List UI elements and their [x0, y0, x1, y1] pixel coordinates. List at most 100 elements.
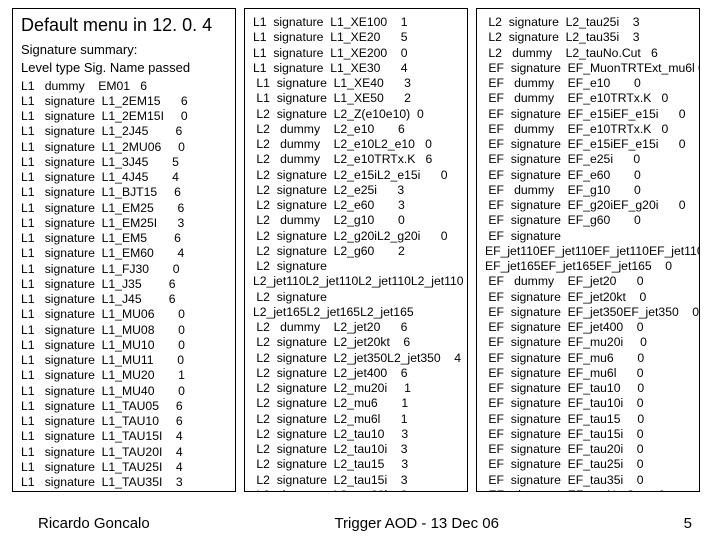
signature-line: L1 signature L1_3J45 5 — [21, 155, 229, 170]
signature-line: EF signature EF_jet400 0 — [485, 320, 693, 335]
header-line: Level type Sig. Name passed — [21, 60, 229, 76]
signature-line: L2 signature L2_e25i 3 — [253, 183, 461, 198]
signature-line: EF signature EF_e60 0 — [485, 168, 693, 183]
signature-line: EF dummy EF_g10 0 — [485, 183, 693, 198]
signature-line: L1 signature L1_TAU20I 4 — [21, 445, 229, 460]
footer-author: Ricardo Goncalo — [38, 515, 150, 532]
signature-line: EF signature EF_mu6 0 — [485, 351, 693, 366]
columns: Default menu in 12. 0. 4 Signature summa… — [12, 8, 708, 492]
signature-line: L2 dummy L2_e10TRTx.K 6 — [253, 152, 461, 167]
signature-line: EF signature EF_g60 0 — [485, 213, 693, 228]
signature-line: L2_jet165L2_jet165L2_jet165 — [253, 305, 461, 320]
signature-line: EF signature EF_mu20i 0 — [485, 335, 693, 350]
summary-label: Signature summary: — [21, 42, 229, 58]
signature-line: L1 signature L1_EM25I 3 — [21, 216, 229, 231]
signature-line: EF signature EF_g20iEF_g20i 0 — [485, 198, 693, 213]
signature-line: L1 signature L1_TAU05 6 — [21, 399, 229, 414]
signature-line: L1 dummy EM01 6 — [21, 79, 229, 94]
footer-page: 5 — [684, 515, 692, 532]
signature-line: L1 signature L1_MU20 1 — [21, 368, 229, 383]
signature-line: L1 signature L1_XE20 5 — [253, 30, 461, 45]
signature-line: L2 dummy L2_tauNo.Cut 6 — [485, 46, 693, 61]
signature-line: L2 signature L2_g20iL2_g20i 0 — [253, 229, 461, 244]
column-1: Default menu in 12. 0. 4 Signature summa… — [12, 8, 236, 492]
signature-line: L1 signature L1_XE50 2 — [253, 91, 461, 106]
col3-lines: L2 signature L2_tau25i 3 L2 signature L2… — [485, 15, 693, 492]
signature-line: EF signature EF_tau10i 0 — [485, 396, 693, 411]
signature-line: L2 signature L2_tau35i 3 — [485, 30, 693, 45]
signature-line: L2 signature L2_tau15 3 — [253, 457, 461, 472]
signature-line: EF signature EF_mu6l 0 — [485, 366, 693, 381]
signature-line: L1 signature L1_EM5 6 — [21, 231, 229, 246]
signature-line: EF signature EF_tau15i 0 — [485, 427, 693, 442]
signature-line: EF signature EF_e15iEF_e15i 0 — [485, 137, 693, 152]
footer-title: Trigger AOD - 13 Dec 06 — [334, 515, 499, 532]
signature-line: L1 signature L1_J45 6 — [21, 292, 229, 307]
col2-lines: L1 signature L1_XE100 1L1 signature L1_X… — [253, 15, 461, 492]
signature-line: EF signature EF_jet20kt 0 — [485, 290, 693, 305]
column-3: L2 signature L2_tau25i 3 L2 signature L2… — [476, 8, 700, 492]
signature-line: EF signature EF_MuonTRTExt_mu6l 0 — [485, 61, 693, 76]
signature-line: L2 signature L2_mu6 1 — [253, 396, 461, 411]
signature-line: L1 signature L1_2EM15 6 — [21, 94, 229, 109]
signature-line: L1 signature L1_TAU10 6 — [21, 414, 229, 429]
signature-line: L1 signature L1_EM60 4 — [21, 246, 229, 261]
signature-line: EF signature — [485, 229, 693, 244]
signature-line: L1 signature L1_MU08 0 — [21, 323, 229, 338]
signature-line: L1 signature L1_2MU06 0 — [21, 140, 229, 155]
signature-line: EF dummy EF_e10TRTx.K 0 — [485, 91, 693, 106]
slide: Default menu in 12. 0. 4 Signature summa… — [0, 0, 720, 540]
signature-line: L2 signature L2_tau10 3 — [253, 427, 461, 442]
signature-line: EF signature EF_tau15 0 — [485, 412, 693, 427]
signature-line: L1 signature L1_XE200 0 — [253, 46, 461, 61]
signature-line: EF signature EF_tau35i 0 — [485, 473, 693, 488]
signature-line: L2 dummy L2_e10 6 — [253, 122, 461, 137]
signature-line: L2 signature L2_e15iL2_e15i 0 — [253, 168, 461, 183]
signature-line: L1 signature L1_XE30 4 — [253, 61, 461, 76]
signature-line: EF signature EF_tau20i 0 — [485, 442, 693, 457]
signature-line: L1 signature L1_TAU25I 4 — [21, 460, 229, 475]
signature-line: EF signature EF_e25i 0 — [485, 152, 693, 167]
signature-line: L2 dummy L2_g10 0 — [253, 213, 461, 228]
signature-line: L2 signature L2_g60 2 — [253, 244, 461, 259]
signature-line: L2 signature L2_tau10i 3 — [253, 442, 461, 457]
signature-line: L1 signature L1_MU11 0 — [21, 353, 229, 368]
signature-line: EF dummy EF_tauNo.Cut 0 — [485, 488, 693, 492]
signature-line: L2 dummy L2_jet20 6 — [253, 320, 461, 335]
signature-line: EF dummy EF_e10TRTx.K 0 — [485, 122, 693, 137]
signature-line: L1 signature L1_4J45 4 — [21, 170, 229, 185]
signature-line: L2 signature L2_jet20kt 6 — [253, 335, 461, 350]
footer: Ricardo Goncalo Trigger AOD - 13 Dec 06 … — [0, 515, 720, 532]
signature-line: L1 signature L1_MU06 0 — [21, 307, 229, 322]
signature-line: EF signature EF_jet350EF_jet350 0 — [485, 305, 693, 320]
signature-line: L1 signature L1_J35 6 — [21, 277, 229, 292]
signature-line: L2 signature L2_Z(e10e10) 0 — [253, 107, 461, 122]
col1-lines: L1 dummy EM01 6L1 signature L1_2EM15 6L1… — [21, 79, 229, 491]
column-2: L1 signature L1_XE100 1L1 signature L1_X… — [244, 8, 468, 492]
signature-line: L1 signature L1_BJT15 6 — [21, 185, 229, 200]
signature-line: L2 signature L2_tau15i 3 — [253, 473, 461, 488]
signature-line: L2 signature L2_e60 3 — [253, 198, 461, 213]
signature-line: L2 signature L2_jet350L2_jet350 4 — [253, 351, 461, 366]
signature-line: EF dummy EF_jet20 0 — [485, 274, 693, 289]
signature-line: L2 signature L2_tau25i 3 — [485, 15, 693, 30]
signature-line: L2 signature L2_jet400 6 — [253, 366, 461, 381]
signature-line: EF signature EF_tau25i 0 — [485, 457, 693, 472]
signature-line: L1 signature L1_FJ30 0 — [21, 262, 229, 277]
signature-line: L1 signature L1_MU10 0 — [21, 338, 229, 353]
signature-line: L2 dummy L2_e10L2_e10 0 — [253, 137, 461, 152]
signature-line: L1 signature L1_TAU35I 3 — [21, 475, 229, 490]
signature-line: L2 signature L2_mu6l 1 — [253, 412, 461, 427]
slide-title: Default menu in 12. 0. 4 — [21, 15, 229, 36]
signature-line: L2_jet110L2_jet110L2_jet110L2_jet110 — [253, 274, 461, 289]
signature-line: EF_jet165EF_jet165EF_jet165 0 — [485, 259, 693, 274]
signature-line: L1 signature L1_XE100 1 — [253, 15, 461, 30]
signature-line: EF signature EF_tau10 0 — [485, 381, 693, 396]
signature-line: L1 signature L1_2EM15I 0 — [21, 109, 229, 124]
signature-line: L2 signature — [253, 259, 461, 274]
signature-line: L2 signature L2_mu20i 1 — [253, 381, 461, 396]
signature-line: L2 signature — [253, 290, 461, 305]
signature-line: L1 signature L1_2J45 6 — [21, 124, 229, 139]
signature-line: L2 signature L2_tau20i 3 — [253, 488, 461, 492]
signature-line: EF dummy EF_e10 0 — [485, 76, 693, 91]
